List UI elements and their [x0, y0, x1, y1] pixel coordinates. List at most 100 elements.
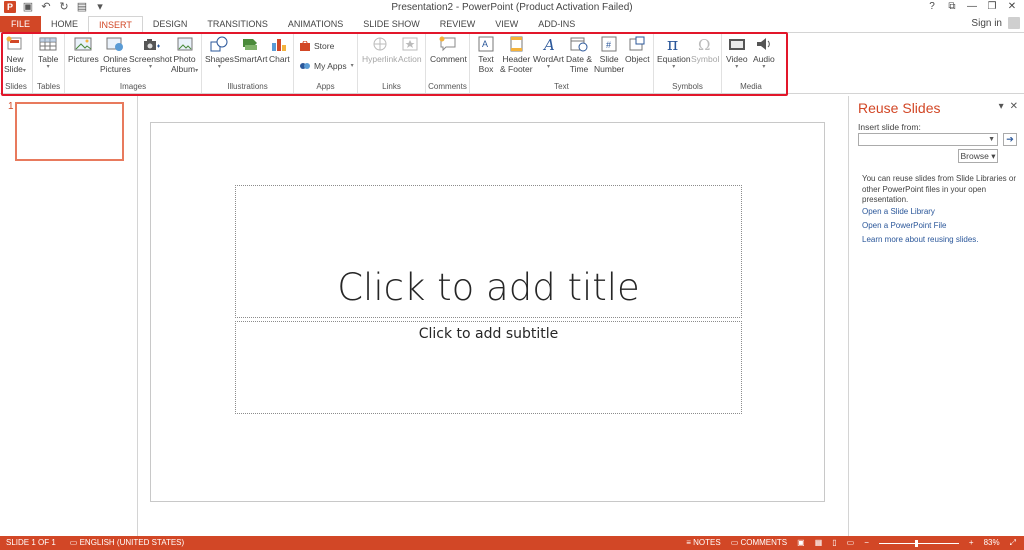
hyperlink-button[interactable]: Hyperlink: [362, 36, 397, 64]
tab-animations[interactable]: ANIMATIONS: [278, 16, 353, 32]
group-label-tables: Tables: [36, 82, 61, 91]
help-button[interactable]: ?: [924, 0, 940, 14]
shapes-button[interactable]: Shapes ▾: [205, 36, 234, 70]
pictures-button[interactable]: Pictures: [68, 36, 99, 64]
zoom-level[interactable]: 83%: [984, 536, 1000, 550]
subtitle-placeholder[interactable]: Click to add subtitle: [235, 321, 742, 414]
photo-album-button[interactable]: Photo Album▾: [171, 36, 198, 74]
group-media: Video ▾ Audio ▾ Media: [722, 33, 780, 93]
learn-more-link[interactable]: Learn more about reusing slides.: [862, 235, 979, 244]
video-icon: [728, 39, 745, 50]
window-controls: ? ⧉ — ❐ ✕: [924, 0, 1020, 14]
object-button[interactable]: Object: [625, 36, 650, 64]
zoom-in-button[interactable]: +: [969, 536, 974, 550]
title-placeholder[interactable]: Click to add title: [235, 185, 742, 318]
tab-home[interactable]: HOME: [41, 16, 88, 32]
group-label-images: Images: [119, 82, 147, 91]
group-apps: Store My Apps ▾ Apps: [294, 33, 358, 93]
zoom-out-button[interactable]: −: [864, 536, 869, 550]
store-button[interactable]: Store: [300, 41, 334, 51]
zoom-thumb[interactable]: [914, 539, 918, 547]
group-label-symbols: Symbols: [672, 82, 703, 91]
tab-insert[interactable]: INSERT: [88, 16, 143, 32]
notes-button[interactable]: ≡ NOTES: [686, 536, 720, 550]
comment-icon: [439, 36, 456, 52]
proofing-icon: ▭: [69, 538, 80, 547]
svg-text:A: A: [542, 36, 555, 52]
comment-button[interactable]: Comment: [430, 36, 467, 64]
ribbon-tabs: FILE HOME INSERT DESIGN TRANSITIONS ANIM…: [0, 16, 1024, 32]
insert-from-label: Insert slide from:: [858, 122, 921, 132]
comments-button[interactable]: ▭ COMMENTS: [731, 536, 787, 550]
online-pictures-button[interactable]: Online Pictures: [100, 36, 131, 74]
action-button[interactable]: Action: [398, 36, 422, 64]
pane-description: You can reuse slides from Slide Librarie…: [862, 174, 1017, 204]
go-arrow-button[interactable]: ➔: [1003, 133, 1017, 146]
slide-sorter-icon[interactable]: ▦: [815, 536, 823, 550]
group-tables: Table ▾ Tables: [33, 33, 65, 93]
restore-button[interactable]: ❐: [984, 0, 1000, 14]
tab-review[interactable]: REVIEW: [430, 16, 486, 32]
zoom-slider[interactable]: [878, 539, 959, 547]
store-icon: [300, 41, 310, 51]
pane-options-icon[interactable]: ▾: [999, 101, 1004, 112]
wordart-icon: A: [542, 36, 555, 52]
minimize-button[interactable]: —: [964, 0, 980, 14]
group-label-links: Links: [382, 82, 401, 91]
avatar[interactable]: [1008, 17, 1020, 29]
window-title: Presentation2 - PowerPoint (Product Acti…: [391, 2, 633, 13]
group-symbols: π Equation ▾ Ω Symbol Symbols: [654, 33, 722, 93]
insert-from-combobox[interactable]: ▼: [858, 133, 998, 146]
group-links: Hyperlink Action Links: [358, 33, 426, 93]
group-text: A Text Box Header & Footer A WordArt ▾ D…: [470, 33, 654, 93]
table-button[interactable]: Table ▾: [38, 36, 58, 70]
screenshot-button[interactable]: Screenshot ▾: [129, 36, 172, 70]
my-apps-icon: [300, 63, 310, 69]
sign-in-link[interactable]: Sign in: [971, 18, 1002, 29]
slide[interactable]: Click to add title Click to add subtitle: [150, 122, 825, 502]
close-button[interactable]: ✕: [1004, 0, 1020, 14]
symbol-button[interactable]: Ω Symbol: [691, 36, 719, 64]
text-box-button[interactable]: A Text Box: [477, 36, 495, 74]
hyperlink-icon: [373, 37, 387, 51]
object-icon: [629, 36, 645, 51]
header-footer-button[interactable]: Header & Footer: [500, 36, 533, 74]
group-label-comments: Comments: [428, 82, 467, 91]
language-status[interactable]: ▭ ENGLISH (UNITED STATES): [70, 536, 184, 550]
tab-file[interactable]: FILE: [0, 16, 42, 32]
wordart-button[interactable]: A WordArt ▾: [533, 36, 564, 70]
slide-number-button[interactable]: # Slide Number: [594, 36, 624, 74]
reading-view-icon[interactable]: ▯: [832, 536, 836, 550]
group-images: Pictures Online Pictures Screenshot ▾ Ph…: [65, 33, 202, 93]
ribbon-display-options-button[interactable]: ⧉: [944, 0, 960, 14]
chevron-down-icon[interactable]: ▼: [988, 134, 995, 146]
date-time-button[interactable]: Date & Time: [566, 36, 592, 74]
tab-add-ins[interactable]: ADD-INS: [528, 16, 585, 32]
browse-button[interactable]: Browse ▾: [958, 149, 998, 163]
slide-show-icon[interactable]: ▭: [847, 536, 855, 550]
open-slide-library-link[interactable]: Open a Slide Library: [862, 207, 935, 216]
tab-view[interactable]: VIEW: [485, 16, 528, 32]
group-illustrations: Shapes ▾ SmartArt Chart Illustrations: [202, 33, 294, 93]
tab-transitions[interactable]: TRANSITIONS: [197, 16, 278, 32]
tab-design[interactable]: DESIGN: [143, 16, 198, 32]
slide-thumbnail[interactable]: [15, 102, 124, 161]
chart-icon: [272, 39, 287, 51]
status-bar: SLIDE 1 OF 1 ▭ ENGLISH (UNITED STATES) ≡…: [0, 536, 1024, 550]
group-label-illustrations: Illustrations: [227, 82, 268, 91]
audio-button[interactable]: Audio ▾: [753, 36, 775, 70]
text-box-icon: A: [478, 36, 494, 52]
pane-close-icon[interactable]: ✕: [1010, 101, 1018, 112]
smartart-button[interactable]: SmartArt: [234, 36, 268, 64]
equation-button[interactable]: π Equation ▾: [657, 36, 691, 70]
fit-to-window-icon[interactable]: ⤢: [1010, 536, 1016, 550]
video-button[interactable]: Video ▾: [726, 36, 748, 70]
normal-view-icon[interactable]: ▣: [797, 536, 805, 550]
title-bar: P ▣ ↶ ↻ ▤ ▾ Presentation2 - PowerPoint (…: [0, 0, 1024, 16]
my-apps-button[interactable]: My Apps ▾: [300, 61, 354, 71]
tab-slide-show[interactable]: SLIDE SHOW: [353, 16, 430, 32]
group-slides: New Slide▾ Slides: [0, 33, 33, 93]
open-powerpoint-file-link[interactable]: Open a PowerPoint File: [862, 221, 947, 230]
chart-button[interactable]: Chart: [269, 36, 290, 64]
new-slide-button[interactable]: New Slide▾: [4, 36, 26, 74]
